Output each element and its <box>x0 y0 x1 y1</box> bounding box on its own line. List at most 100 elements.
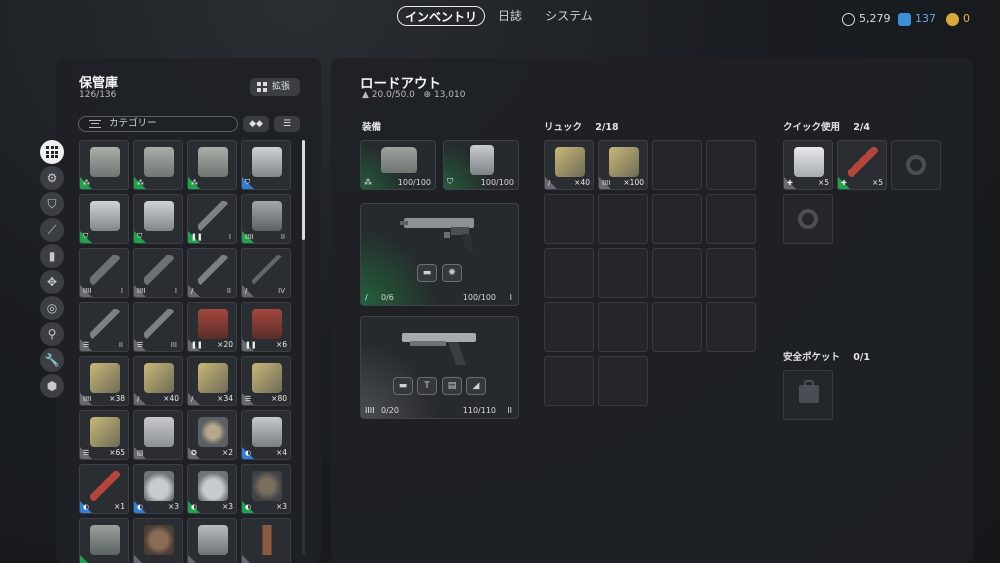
storage-item-pistol[interactable]: IIII II <box>241 194 291 244</box>
storage-item-tool[interactable]: ✪ ×2 <box>187 410 237 460</box>
storage-item-backpack[interactable]: ⁂ <box>79 140 129 190</box>
storage-item-rifle[interactable]: ❚❚ I <box>187 194 237 244</box>
backpack-empty-slot[interactable] <box>652 140 702 190</box>
category-tool[interactable]: ⚲ <box>40 322 64 346</box>
storage-item-ammo-box[interactable]: ❚❚ ×20 <box>187 302 237 352</box>
backpack-empty-slot[interactable] <box>598 248 648 298</box>
item-type-icon: ▤ <box>137 449 144 457</box>
storage-item-rifle[interactable]: / II <box>187 248 237 298</box>
sort-button[interactable]: ◆◆ <box>243 116 269 132</box>
storage-item-mine[interactable]: ◐ ×3 <box>241 464 291 514</box>
storage-scroll-thumb[interactable] <box>302 140 305 240</box>
attachment-slot-barrel[interactable]: ▬ <box>417 264 437 282</box>
storage-item-ammo[interactable]: IIII ×38 <box>79 356 129 406</box>
category-filter-input[interactable]: カテゴリー <box>78 116 238 132</box>
item-type-icon: ⁂ <box>83 179 90 187</box>
empty-quick-slot-icon <box>906 155 926 175</box>
backpack-empty-slot[interactable] <box>706 140 756 190</box>
backpack-empty-slot[interactable] <box>598 302 648 352</box>
storage-item-ammo[interactable]: / ×40 <box>133 356 183 406</box>
loadout-weight: ▲ 20.0/50.0 ⊕ 13,010 <box>362 90 465 100</box>
category-trap[interactable]: ✥ <box>40 270 64 294</box>
item-tier: II <box>280 233 285 241</box>
category-backpack[interactable]: ⚙ <box>40 166 64 190</box>
backpack-empty-slot[interactable] <box>598 356 648 406</box>
storage-item-injector[interactable]: ◐ ×1 <box>79 464 129 514</box>
storage-item-rifle[interactable]: ☰ III <box>133 302 183 352</box>
backpack-empty-slot[interactable] <box>544 194 594 244</box>
backpack-empty-slot[interactable] <box>706 194 756 244</box>
attachment-slot-magazine[interactable]: ▤ <box>442 377 462 395</box>
backpack-empty-slot[interactable] <box>652 194 702 244</box>
equip-armor-slot[interactable]: ⛉ 100/100 <box>443 140 519 190</box>
tab-system[interactable]: システム <box>538 6 600 26</box>
category-wrench[interactable]: 🔧 <box>40 348 64 372</box>
storage-item-rifle[interactable]: ☰ II <box>79 302 129 352</box>
backpack-empty-slot[interactable] <box>706 248 756 298</box>
storage-item-flask[interactable]: ◐ ×3 <box>187 464 237 514</box>
attachment-slot-grip[interactable]: ◢ <box>466 377 486 395</box>
quick-item-bandage[interactable]: ✚ ×5 <box>783 140 833 190</box>
rarity-indicator <box>134 393 146 405</box>
storage-item-armor[interactable]: ⛉ <box>79 194 129 244</box>
backpack-empty-slot[interactable] <box>544 356 594 406</box>
storage-item-backpack[interactable]: ⁂ <box>187 140 237 190</box>
storage-item-ammo[interactable]: ☰ ×65 <box>79 410 129 460</box>
item-tier: II <box>226 287 231 295</box>
quick-empty-slot[interactable] <box>891 140 941 190</box>
rarity-indicator <box>188 285 200 297</box>
storage-item-flask[interactable]: ◐ ×3 <box>133 464 183 514</box>
item-count: ×1 <box>113 502 125 511</box>
storage-item-can[interactable]: ◐ ×4 <box>241 410 291 460</box>
item-tier: III <box>170 341 177 349</box>
category-grid-all[interactable] <box>40 140 64 164</box>
category-knife[interactable]: ⟋ <box>40 218 64 242</box>
safe-pocket-slot[interactable] <box>783 370 833 420</box>
storage-item-armor[interactable]: ⛉ <box>241 140 291 190</box>
storage-item-ammo[interactable]: / ×34 <box>187 356 237 406</box>
quick-item-injector[interactable]: ✚ ×5 <box>837 140 887 190</box>
loadout-title: ロードアウト <box>360 76 441 92</box>
category-ring[interactable]: ◎ <box>40 296 64 320</box>
storage-item-device[interactable] <box>79 518 129 563</box>
category-cube[interactable]: ⬢ <box>40 374 64 398</box>
storage-item-smg[interactable]: IIII I <box>133 248 183 298</box>
storage-item-armor[interactable]: ⛉ <box>133 194 183 244</box>
storage-item-tube[interactable]: ▤ <box>133 410 183 460</box>
backpack-empty-slot[interactable] <box>706 302 756 352</box>
item-type-icon: ◐ <box>137 503 144 511</box>
backpack-item-ammo[interactable]: IIII ×100 <box>598 140 648 190</box>
item-type-icon: ⛉ <box>137 232 143 240</box>
expand-button[interactable]: 拡張 <box>250 78 300 96</box>
storage-item-rod[interactable] <box>241 518 291 563</box>
storage-item-smg[interactable]: IIII I <box>79 248 129 298</box>
backpack-image <box>144 147 174 177</box>
tab-inventory[interactable]: インベントリ <box>397 6 485 26</box>
tab-journal[interactable]: 日誌 <box>490 6 530 26</box>
secondary-weapon-slot[interactable]: ▬ T ▤ ◢ IIII 0/20 110/110 II <box>360 316 519 419</box>
attachment-slot-barrel[interactable]: ▬ <box>393 377 413 395</box>
backpack-item-ammo[interactable]: / ×40 <box>544 140 594 190</box>
storage-item-canister[interactable] <box>187 518 237 563</box>
item-count: ×38 <box>109 394 125 403</box>
backpack-item <box>381 147 417 173</box>
storage-item-ammo-box[interactable]: ❚❚ ×6 <box>241 302 291 352</box>
storage-item-grenade[interactable] <box>133 518 183 563</box>
storage-item-ammo[interactable]: ☰ ×80 <box>241 356 291 406</box>
storage-item-backpack[interactable]: ⁂ <box>133 140 183 190</box>
quick-empty-slot[interactable] <box>783 194 833 244</box>
secondary-ammo-icon: IIII <box>365 406 375 415</box>
equip-backpack-slot[interactable]: ⁂ 100/100 <box>360 140 436 190</box>
primary-weapon-slot[interactable]: ▬ ✺ / 0/6 100/100 I <box>360 203 519 306</box>
backpack-empty-slot[interactable] <box>544 248 594 298</box>
storage-item-sniper[interactable]: / IV <box>241 248 291 298</box>
category-ammo[interactable]: ▮ <box>40 244 64 268</box>
backpack-empty-slot[interactable] <box>598 194 648 244</box>
attachment-slot-sight[interactable]: ✺ <box>442 264 462 282</box>
category-shield[interactable]: ⛉ <box>40 192 64 216</box>
attachment-slot-trigger[interactable]: T <box>417 377 437 395</box>
filter-button[interactable]: ☰ <box>274 116 300 132</box>
backpack-empty-slot[interactable] <box>652 302 702 352</box>
backpack-empty-slot[interactable] <box>652 248 702 298</box>
backpack-empty-slot[interactable] <box>544 302 594 352</box>
